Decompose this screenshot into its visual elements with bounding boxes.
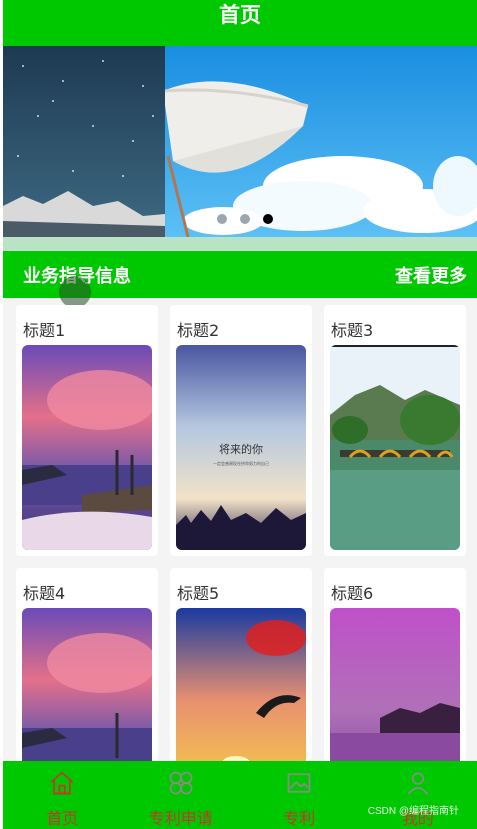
- view-more-link[interactable]: 查看更多: [395, 262, 467, 288]
- card-title: 标题5: [177, 584, 220, 603]
- grid-clover-icon: [169, 771, 193, 795]
- card-title: 标题3: [331, 321, 374, 340]
- carousel-dot[interactable]: [240, 214, 250, 224]
- banner-divider: [3, 237, 477, 251]
- page-title: 首页: [219, 3, 261, 27]
- card-image: [330, 345, 460, 550]
- card-title: 标题2: [177, 321, 220, 340]
- poster-subtitle: 一定会感谢现在拼命努力的自己: [213, 460, 269, 466]
- card-image: 将来的你 一定会感谢现在拼命努力的自己: [176, 345, 306, 550]
- banner-image: [3, 46, 477, 237]
- grid-card[interactable]: 标题2 将来的你 一定会感谢现在拼命努力的自己: [170, 305, 312, 556]
- grid-card[interactable]: 标题6: [324, 568, 466, 813]
- tab-profile[interactable]: 我的: [359, 761, 477, 829]
- banner-carousel[interactable]: [3, 46, 477, 237]
- image-frame-icon: [287, 773, 311, 793]
- tab-label: 首页: [46, 809, 79, 828]
- poster-title: 将来的你: [219, 442, 263, 456]
- grid-card[interactable]: 标题4: [16, 568, 158, 813]
- touch-ripple: [59, 276, 91, 308]
- grid-card[interactable]: 标题3: [324, 305, 466, 556]
- title-bar: 首页: [3, 0, 477, 46]
- card-title: 标题4: [23, 584, 66, 603]
- watermark: CSDN @编程指南针: [367, 806, 459, 817]
- carousel-indicators: [217, 214, 273, 224]
- tab-home[interactable]: 首页: [3, 761, 122, 829]
- tab-patent-apply[interactable]: 专利申请: [122, 761, 241, 829]
- tab-label: 专利申请: [148, 809, 213, 828]
- user-icon: [407, 772, 429, 795]
- card-title: 标题6: [331, 584, 374, 603]
- tab-patent[interactable]: 专利: [240, 761, 359, 829]
- grid-card[interactable]: 标题1: [16, 305, 158, 556]
- carousel-dot[interactable]: [217, 214, 227, 224]
- grid-card[interactable]: 标题5: [170, 568, 312, 813]
- card-image: [22, 345, 152, 550]
- home-icon: [51, 771, 74, 795]
- carousel-dot-active[interactable]: [263, 214, 273, 224]
- bottom-tab-bar: 首页 专利申请 专利 我的 CSDN @编程指南针: [3, 761, 477, 829]
- tab-label: 专利: [283, 809, 316, 828]
- app-screen: 首页 查看更多 标题1 标题2 将来的你 一定会感谢现在拼命努力的自己 标题3 …: [3, 0, 477, 829]
- card-title: 标题1: [23, 321, 66, 340]
